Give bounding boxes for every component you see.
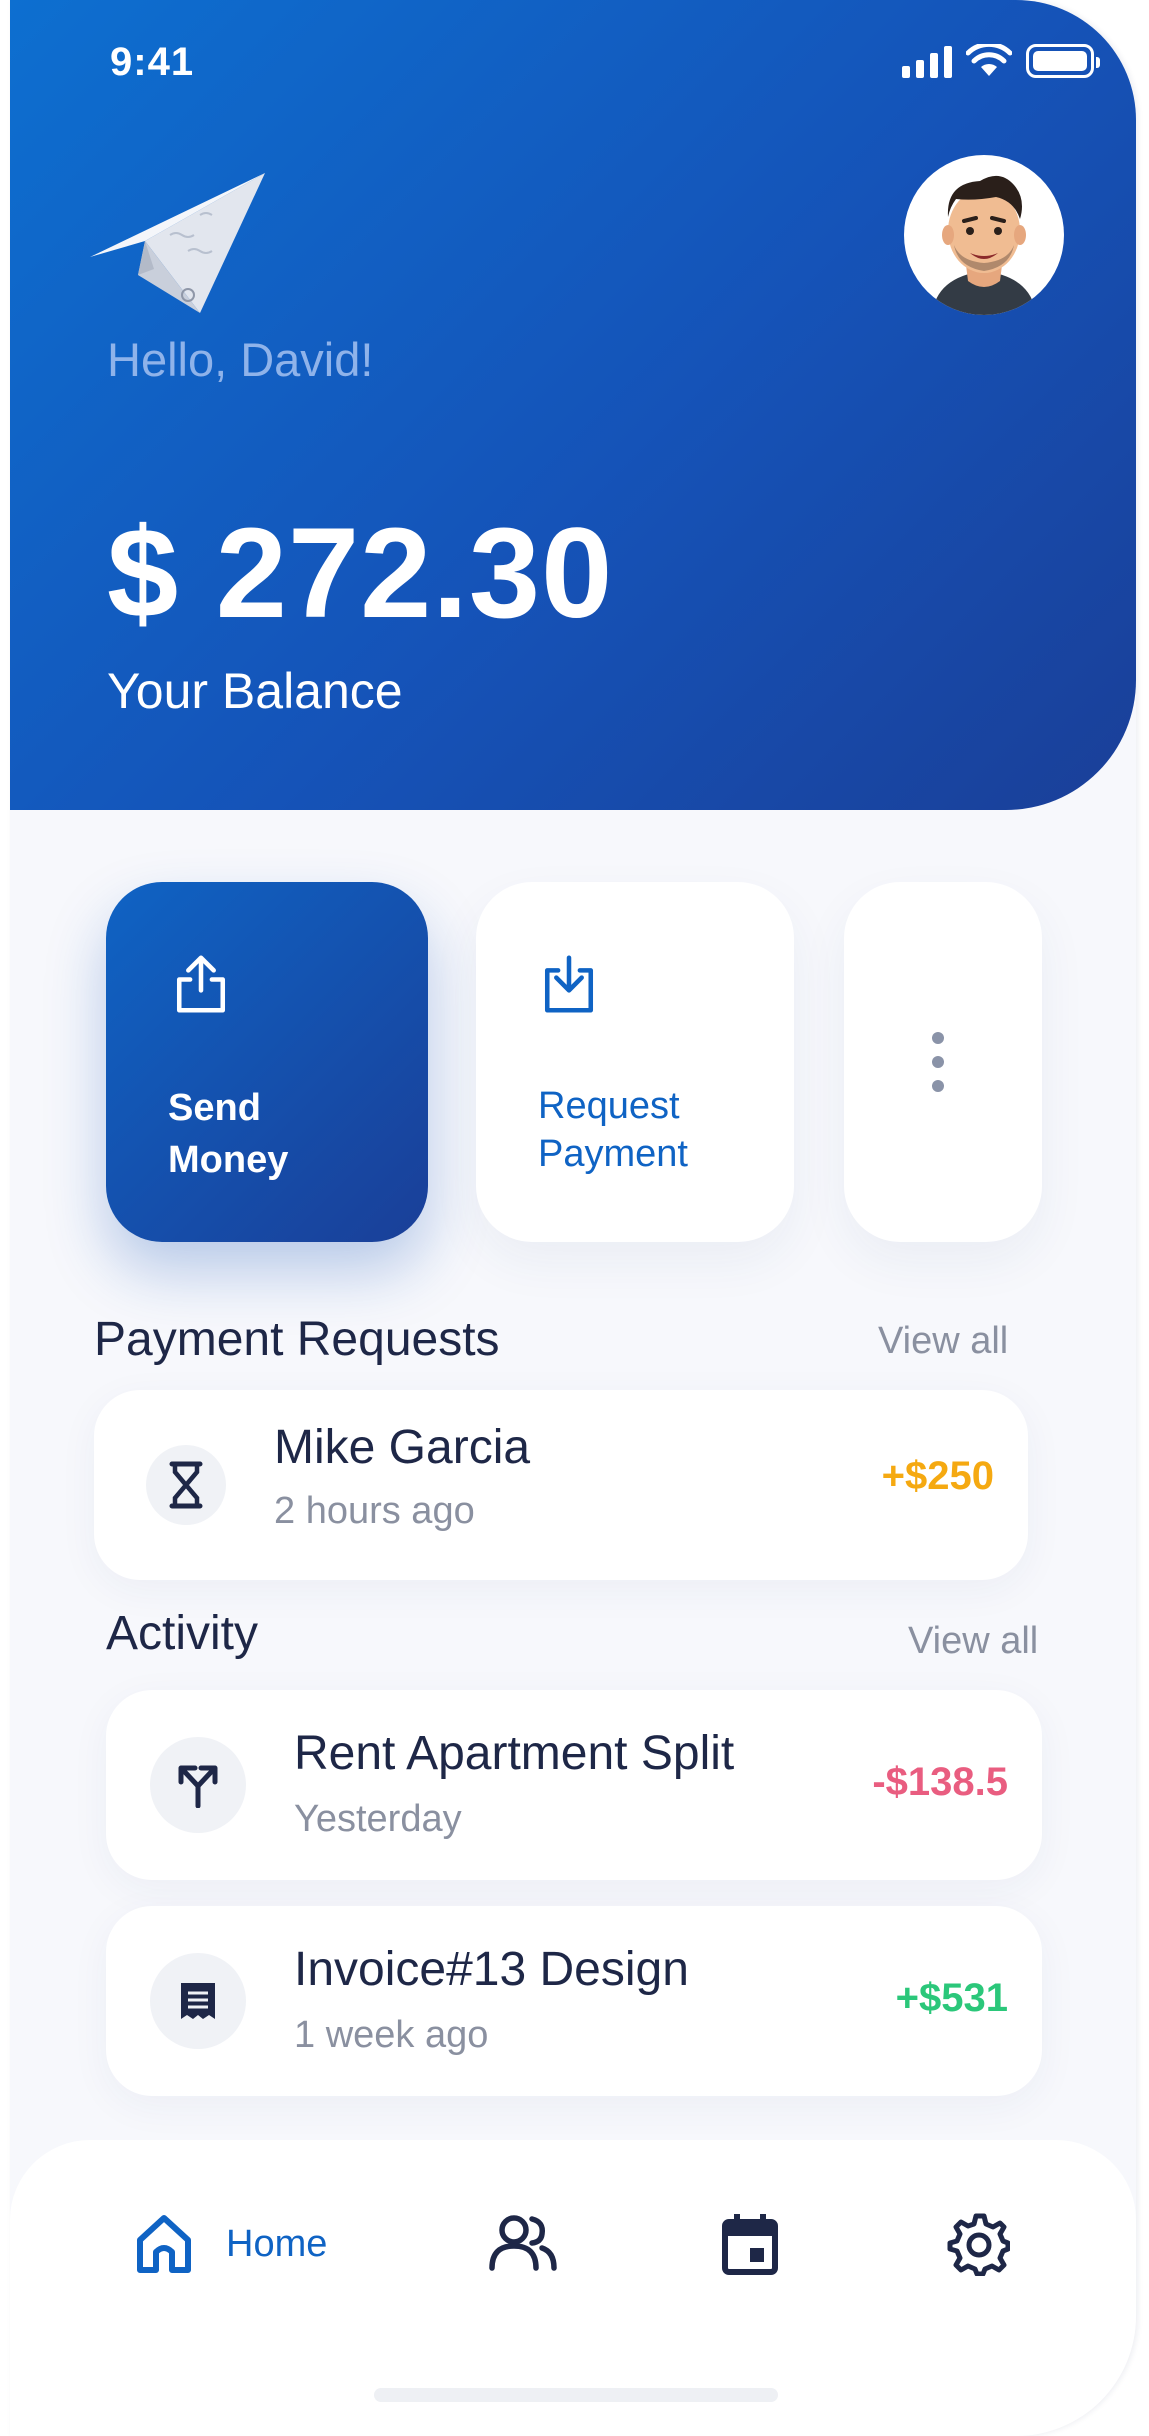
calendar-icon — [722, 2214, 778, 2275]
payment-requests-view-all[interactable]: View all — [878, 1320, 1008, 1363]
nav-calendar[interactable] — [720, 2212, 780, 2276]
more-actions-button[interactable] — [844, 882, 1042, 1242]
payment-request-row[interactable]: Mike Garcia 2 hours ago +$250 — [94, 1390, 1028, 1580]
balance-label: Your Balance — [107, 663, 403, 719]
balance-amount: $ 272.30 — [107, 502, 614, 645]
header-card: 9:41 Hello, David! $ 272.30 Your Balance — [10, 0, 1136, 810]
greeting-text: Hello, David! — [107, 333, 374, 386]
activity-row[interactable]: Invoice#13 Design 1 week ago +$531 — [106, 1906, 1042, 2096]
settings-icon — [947, 2213, 1010, 2276]
battery-icon — [1026, 44, 1100, 78]
request-payment-button[interactable]: Request Payment — [476, 882, 794, 1242]
payment-requests-title: Payment Requests — [94, 1313, 500, 1366]
signal-icon — [902, 44, 952, 78]
activity-title: Activity — [106, 1607, 259, 1660]
request-name: Mike Garcia — [274, 1421, 531, 1474]
activity-name: Rent Apartment Split — [294, 1727, 735, 1780]
send-money-label: Send Money — [168, 1087, 289, 1181]
phone-screen: 9:41 Hello, David! $ 272.30 Your Balance… — [10, 0, 1136, 2436]
nav-contacts[interactable] — [488, 2212, 558, 2272]
paper-plane-logo — [90, 173, 265, 313]
activity-amount: +$531 — [895, 1976, 1008, 2020]
status-time: 9:41 — [110, 40, 195, 84]
avatar[interactable] — [904, 155, 1064, 315]
receipt-icon — [150, 1953, 246, 2049]
status-icons — [902, 44, 1100, 78]
home-icon — [137, 2215, 191, 2273]
activity-time: 1 week ago — [294, 2014, 489, 2056]
nav-home[interactable]: Home — [134, 2212, 327, 2276]
activity-view-all[interactable]: View all — [908, 1620, 1038, 1663]
activity-amount: -$138.5 — [872, 1760, 1008, 1804]
hourglass-icon — [146, 1445, 226, 1525]
wifi-icon — [966, 44, 1012, 76]
request-payment-label: Request Payment — [538, 1085, 688, 1175]
request-time: 2 hours ago — [274, 1490, 475, 1532]
split-icon — [150, 1737, 246, 1833]
activity-row[interactable]: Rent Apartment Split Yesterday -$138.5 — [106, 1690, 1042, 1880]
home-indicator — [374, 2388, 778, 2402]
request-amount: +$250 — [881, 1454, 994, 1498]
more-dots-icon — [932, 1032, 944, 1092]
activity-time: Yesterday — [294, 1798, 462, 1840]
nav-settings[interactable] — [946, 2212, 1010, 2276]
activity-name: Invoice#13 Design — [294, 1943, 689, 1996]
upload-icon — [176, 955, 226, 1013]
users-icon — [489, 2215, 557, 2271]
download-icon — [544, 955, 594, 1013]
nav-home-label: Home — [226, 2222, 328, 2265]
send-money-button[interactable]: Send Money — [106, 882, 428, 1242]
